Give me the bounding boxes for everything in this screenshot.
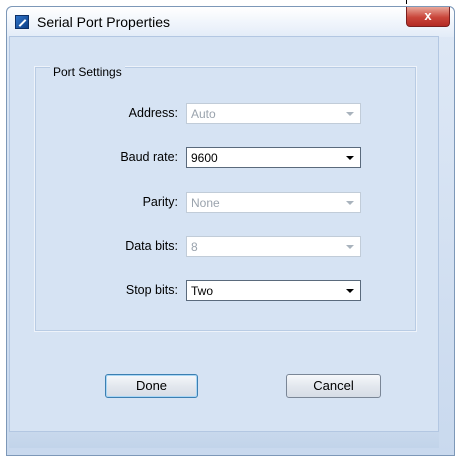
chevron-down-icon <box>346 245 354 249</box>
stop-bits-value: Two <box>191 284 214 298</box>
address-value: Auto <box>191 107 216 121</box>
baud-rate-label: Baud rate: <box>120 150 178 164</box>
baud-rate-select[interactable]: 9600 <box>186 147 361 168</box>
done-button[interactable]: Done <box>105 374 198 398</box>
chevron-down-icon <box>346 112 354 116</box>
title-bar: Serial Port Properties x <box>7 7 454 37</box>
data-bits-select: 8 <box>186 236 361 257</box>
address-label: Address: <box>128 106 178 120</box>
close-icon: x <box>424 8 432 23</box>
chevron-down-icon <box>346 156 354 160</box>
cancel-button[interactable]: Cancel <box>286 374 381 398</box>
address-select: Auto <box>186 103 361 124</box>
baud-rate-value: 9600 <box>191 151 218 165</box>
parity-label: Parity: <box>142 195 178 209</box>
data-bits-label: Data bits: <box>125 239 178 253</box>
app-icon <box>15 15 29 29</box>
close-button[interactable]: x <box>406 7 450 27</box>
group-title: Port Settings <box>50 65 125 79</box>
parity-select: None <box>186 192 361 213</box>
window-title: Serial Port Properties <box>37 14 171 30</box>
status-strip <box>9 432 439 448</box>
chevron-down-icon <box>346 289 354 293</box>
stop-bits-select[interactable]: Two <box>186 280 361 301</box>
chevron-down-icon <box>346 201 354 205</box>
stop-bits-label: Stop bits: <box>125 283 178 297</box>
parity-value: None <box>191 196 220 210</box>
data-bits-value: 8 <box>191 240 198 254</box>
